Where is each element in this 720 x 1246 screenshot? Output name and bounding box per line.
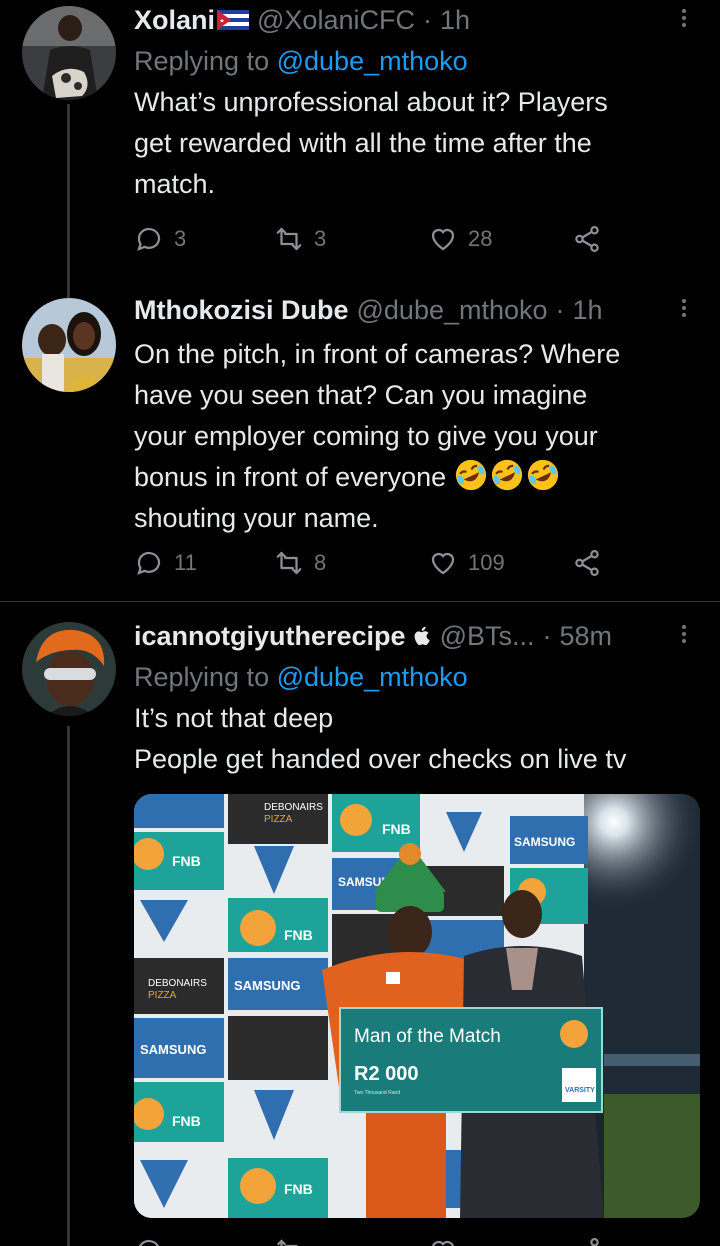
reply-count: 11 — [174, 550, 197, 575]
apple-logo-icon — [414, 626, 430, 646]
handle[interactable]: @XolaniCFC — [257, 2, 415, 38]
tweet-line: It’s not that deep — [134, 703, 334, 733]
timestamp[interactable]: 1h — [440, 2, 470, 38]
share-button[interactable] — [572, 548, 612, 578]
retweet-icon — [276, 227, 302, 251]
tweet-media-photo[interactable]: DEBONAIRS PIZZA FNB SAMSUNG FNB SAMSUNG — [134, 794, 700, 1218]
reply-prefix: Replying to — [134, 46, 270, 76]
separator-dot: · — [422, 5, 432, 35]
reply-prefix: Replying to — [134, 662, 270, 692]
tweet-text: What’s unprofessional about it? Players … — [134, 82, 696, 205]
tweet-actions: 3 3 28 — [134, 224, 614, 264]
tweet-line: What’s unprofessional about it? Players — [134, 87, 608, 117]
tweet-line: People get handed over checks on live tv — [134, 744, 627, 774]
tweet-header: Xolani @XolaniCFC · 1h — [134, 2, 696, 38]
tweet-line: On the pitch, in front of cameras? Where — [134, 339, 621, 369]
timestamp[interactable]: 1h — [573, 292, 603, 328]
reply-button[interactable]: 11 — [134, 548, 197, 578]
more-options-icon[interactable] — [672, 296, 696, 324]
rofl-emoji-icon — [527, 459, 558, 491]
like-button[interactable]: 109 — [428, 548, 505, 578]
tweet-line: your employer coming to give you your — [134, 421, 598, 451]
thread-line — [67, 104, 70, 298]
heart-icon[interactable] — [428, 1236, 458, 1246]
handle[interactable]: @BTs... — [440, 618, 535, 654]
display-name[interactable]: Mthokozisi Dube — [134, 292, 349, 328]
rofl-emoji-group — [454, 459, 562, 492]
retweet-button[interactable]: 8 — [274, 548, 326, 578]
like-button[interactable]: 28 — [428, 224, 492, 254]
tweet-line: match. — [134, 169, 216, 199]
display-name[interactable]: Xolani — [134, 2, 215, 38]
tweet-line: get rewarded with all the time after the — [134, 128, 592, 158]
tweet-header: icannotgiyutherecipe @BTs... · 58m — [134, 618, 696, 654]
tweet-actions: 11 8 109 — [134, 548, 614, 588]
share-button[interactable] — [572, 224, 612, 254]
sponsor-label: FNB — [284, 1181, 313, 1197]
display-name[interactable]: icannotgiyutherecipe — [134, 618, 406, 654]
replying-to: Replying to @dube_mthoko — [134, 42, 696, 80]
retweet-button[interactable]: 3 — [274, 224, 326, 254]
mention-link[interactable]: @dube_mthoko — [277, 662, 468, 692]
retweet-icon[interactable] — [274, 1236, 304, 1246]
cheque-amount: R2 000 — [354, 1063, 419, 1085]
cuba-flag-icon — [217, 10, 250, 30]
reply-count: 3 — [174, 226, 187, 251]
sponsor-label: FNB — [172, 853, 201, 869]
avatar[interactable] — [22, 298, 116, 392]
heart-icon — [431, 228, 455, 251]
share-icon — [575, 226, 599, 252]
tweet-line: have you seen that? Can you imagine — [134, 380, 588, 410]
reply-icon — [137, 227, 161, 251]
like-count: 109 — [468, 550, 505, 575]
separator-dot: · — [542, 621, 552, 651]
tweet-header: Mthokozisi Dube @dube_mthoko · 1h — [134, 292, 696, 328]
avatar[interactable] — [22, 622, 116, 716]
more-options-icon[interactable] — [672, 622, 696, 650]
sponsor-label: DEBONAIRS — [264, 802, 323, 813]
heart-icon — [431, 552, 455, 575]
sponsor-label: FNB — [172, 1113, 201, 1129]
reply-icon[interactable] — [134, 1236, 164, 1246]
cheque-title: Man of the Match — [354, 1026, 501, 1047]
handle[interactable]: @dube_mthoko — [357, 292, 548, 328]
tweet-line-with-emoji: bonus in front of everyone — [134, 457, 696, 498]
sponsor-label: DEBONAIRS — [148, 978, 207, 989]
retweet-icon — [276, 551, 302, 575]
thread-line — [67, 726, 70, 1246]
timestamp[interactable]: 58m — [559, 618, 612, 654]
tweet-line: shouting your name. — [134, 503, 379, 533]
sponsor-label: PIZZA — [148, 990, 177, 1001]
retweet-count: 8 — [314, 550, 327, 575]
sponsor-label: FNB — [382, 821, 411, 837]
tweet-actions-partial — [134, 1236, 614, 1246]
sponsor-label: PIZZA — [264, 814, 293, 825]
avatar[interactable] — [22, 6, 116, 100]
sponsor-label: SAMSUNG — [514, 835, 575, 849]
separator-dot: · — [555, 295, 565, 325]
more-options-icon[interactable] — [672, 6, 696, 34]
cheque-amount-words: Two Thousand Rand — [354, 1090, 400, 1096]
reply-icon — [137, 551, 161, 575]
sponsor-label: FNB — [284, 927, 313, 943]
sponsor-label: SAMSUNG — [234, 978, 300, 993]
reply-button[interactable]: 3 — [134, 224, 186, 254]
tweet-text: It’s not that deep People get handed ove… — [134, 698, 696, 780]
cheque-varsity-label: VARSITY — [565, 1087, 595, 1094]
share-icon[interactable] — [572, 1236, 602, 1246]
retweet-count: 3 — [314, 226, 327, 251]
share-icon — [575, 550, 599, 576]
like-count: 28 — [468, 226, 493, 251]
prize-cheque: Man of the Match R2 000 Two Thousand Ran… — [339, 1007, 603, 1113]
rofl-emoji-icon — [491, 459, 522, 491]
mention-link[interactable]: @dube_mthoko — [277, 46, 468, 76]
tweet-divider — [0, 601, 720, 602]
rofl-emoji-icon — [455, 459, 486, 491]
tweet-text: On the pitch, in front of cameras? Where… — [134, 334, 696, 539]
replying-to: Replying to @dube_mthoko — [134, 658, 696, 696]
tweet-line: bonus in front of everyone — [134, 462, 447, 492]
sponsor-label: SAMSUNG — [140, 1042, 206, 1057]
